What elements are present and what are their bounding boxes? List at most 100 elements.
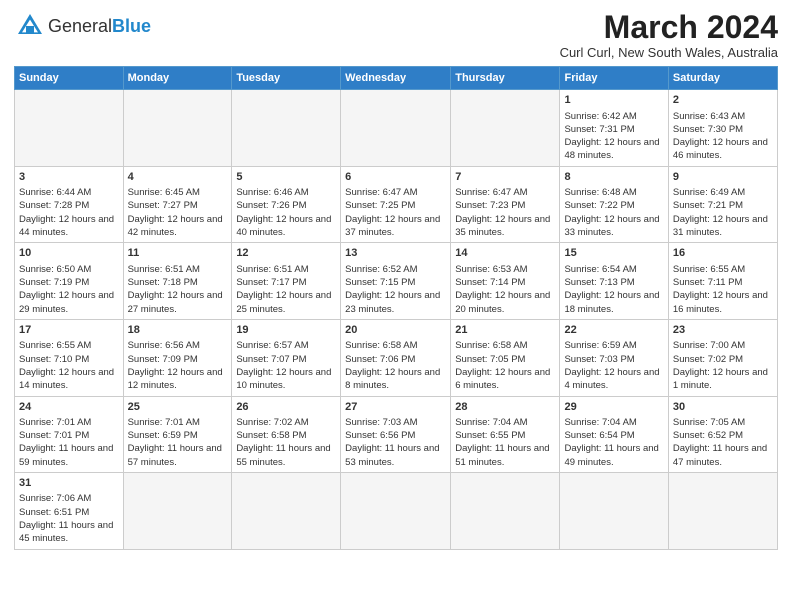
calendar-cell: [123, 90, 232, 167]
day-number: 1: [564, 93, 663, 108]
day-number: 13: [345, 246, 446, 261]
day-number: 25: [128, 400, 228, 415]
day-info: Sunrise: 7:02 AM Sunset: 6:58 PM Dayligh…: [236, 417, 333, 468]
day-info: Sunrise: 6:45 AM Sunset: 7:27 PM Dayligh…: [128, 187, 226, 238]
calendar-cell: [341, 90, 451, 167]
day-info: Sunrise: 7:03 AM Sunset: 6:56 PM Dayligh…: [345, 417, 442, 468]
weekday-header-friday: Friday: [560, 67, 668, 90]
day-info: Sunrise: 6:46 AM Sunset: 7:26 PM Dayligh…: [236, 187, 334, 238]
calendar-cell: 8 Sunrise: 6:48 AM Sunset: 7:22 PM Daylig…: [560, 166, 668, 243]
day-number: 3: [19, 170, 119, 185]
weekday-header-sunday: Sunday: [15, 67, 124, 90]
weekday-header-saturday: Saturday: [668, 67, 777, 90]
day-number: 2: [673, 93, 773, 108]
day-number: 5: [236, 170, 336, 185]
calendar-cell: 7Sunrise: 6:47 AM Sunset: 7:23 PM Daylig…: [451, 166, 560, 243]
week-row-5: 31 Sunrise: 7:06 AM Sunset: 6:51 PM Dayli…: [15, 473, 778, 550]
day-number: 16: [673, 246, 773, 261]
day-info: Sunrise: 6:49 AM Sunset: 7:21 PM Dayligh…: [673, 187, 771, 238]
day-number: 11: [128, 246, 228, 261]
day-number: 18: [128, 323, 228, 338]
calendar-cell: 6 Sunrise: 6:47 AM Sunset: 7:25 PM Daylig…: [341, 166, 451, 243]
logo-icon: [14, 10, 46, 42]
day-number: 24: [19, 400, 119, 415]
day-info: Sunrise: 6:53 AM Sunset: 7:14 PM Dayligh…: [455, 264, 553, 315]
day-number: 12: [236, 246, 336, 261]
weekday-header-monday: Monday: [123, 67, 232, 90]
month-title: March 2024: [560, 10, 778, 45]
week-row-2: 10 Sunrise: 6:50 AM Sunset: 7:19 PM Dayli…: [15, 243, 778, 320]
calendar-cell: 27Sunrise: 7:03 AM Sunset: 6:56 PM Dayli…: [341, 396, 451, 473]
day-info: Sunrise: 6:48 AM Sunset: 7:22 PM Dayligh…: [564, 187, 662, 238]
calendar-cell: 25 Sunrise: 7:01 AM Sunset: 6:59 PM Dayli…: [123, 396, 232, 473]
day-number: 17: [19, 323, 119, 338]
calendar-cell: [232, 90, 341, 167]
logo-text: GeneralBlue: [48, 16, 151, 37]
weekday-header-thursday: Thursday: [451, 67, 560, 90]
week-row-3: 17 Sunrise: 6:55 AM Sunset: 7:10 PM Dayli…: [15, 319, 778, 396]
day-number: 19: [236, 323, 336, 338]
calendar-cell: 19 Sunrise: 6:57 AM Sunset: 7:07 PM Dayli…: [232, 319, 341, 396]
day-info: Sunrise: 7:06 AM Sunset: 6:51 PM Dayligh…: [19, 493, 116, 544]
calendar-cell: 11Sunrise: 6:51 AM Sunset: 7:18 PM Dayli…: [123, 243, 232, 320]
calendar-cell: [232, 473, 341, 550]
day-info: Sunrise: 6:56 AM Sunset: 7:09 PM Dayligh…: [128, 340, 226, 391]
calendar-cell: 4Sunrise: 6:45 AM Sunset: 7:27 PM Daylig…: [123, 166, 232, 243]
calendar-cell: 21Sunrise: 6:58 AM Sunset: 7:05 PM Dayli…: [451, 319, 560, 396]
day-number: 9: [673, 170, 773, 185]
day-info: Sunrise: 6:47 AM Sunset: 7:25 PM Dayligh…: [345, 187, 443, 238]
day-info: Sunrise: 6:52 AM Sunset: 7:15 PM Dayligh…: [345, 264, 443, 315]
day-number: 20: [345, 323, 446, 338]
page: GeneralBlue March 2024 Curl Curl, New So…: [0, 0, 792, 558]
day-info: Sunrise: 7:01 AM Sunset: 6:59 PM Dayligh…: [128, 417, 225, 468]
weekday-header-row: SundayMondayTuesdayWednesdayThursdayFrid…: [15, 67, 778, 90]
calendar-cell: 23 Sunrise: 7:00 AM Sunset: 7:02 PM Dayli…: [668, 319, 777, 396]
calendar-cell: 12 Sunrise: 6:51 AM Sunset: 7:17 PM Dayli…: [232, 243, 341, 320]
day-info: Sunrise: 6:55 AM Sunset: 7:10 PM Dayligh…: [19, 340, 117, 391]
calendar-cell: [123, 473, 232, 550]
day-number: 26: [236, 400, 336, 415]
week-row-1: 3 Sunrise: 6:44 AM Sunset: 7:28 PM Daylig…: [15, 166, 778, 243]
header-area: GeneralBlue March 2024 Curl Curl, New So…: [14, 10, 778, 60]
day-info: Sunrise: 6:55 AM Sunset: 7:11 PM Dayligh…: [673, 264, 771, 315]
day-info: Sunrise: 6:42 AM Sunset: 7:31 PM Dayligh…: [564, 111, 662, 162]
calendar-cell: 26 Sunrise: 7:02 AM Sunset: 6:58 PM Dayli…: [232, 396, 341, 473]
day-number: 31: [19, 476, 119, 491]
day-number: 23: [673, 323, 773, 338]
calendar-cell: [341, 473, 451, 550]
calendar-cell: 15Sunrise: 6:54 AM Sunset: 7:13 PM Dayli…: [560, 243, 668, 320]
calendar-cell: 28Sunrise: 7:04 AM Sunset: 6:55 PM Dayli…: [451, 396, 560, 473]
calendar-cell: 29 Sunrise: 7:04 AM Sunset: 6:54 PM Dayli…: [560, 396, 668, 473]
day-number: 8: [564, 170, 663, 185]
week-row-4: 24Sunrise: 7:01 AM Sunset: 7:01 PM Dayli…: [15, 396, 778, 473]
calendar-cell: 13 Sunrise: 6:52 AM Sunset: 7:15 PM Dayli…: [341, 243, 451, 320]
day-info: Sunrise: 7:04 AM Sunset: 6:54 PM Dayligh…: [564, 417, 661, 468]
calendar-cell: [668, 473, 777, 550]
day-number: 6: [345, 170, 446, 185]
day-info: Sunrise: 7:05 AM Sunset: 6:52 PM Dayligh…: [673, 417, 770, 468]
day-number: 14: [455, 246, 555, 261]
calendar-cell: 3 Sunrise: 6:44 AM Sunset: 7:28 PM Daylig…: [15, 166, 124, 243]
day-number: 29: [564, 400, 663, 415]
calendar-cell: 20Sunrise: 6:58 AM Sunset: 7:06 PM Dayli…: [341, 319, 451, 396]
day-info: Sunrise: 6:44 AM Sunset: 7:28 PM Dayligh…: [19, 187, 117, 238]
calendar-cell: 14 Sunrise: 6:53 AM Sunset: 7:14 PM Dayli…: [451, 243, 560, 320]
calendar-cell: 2Sunrise: 6:43 AM Sunset: 7:30 PM Daylig…: [668, 90, 777, 167]
day-info: Sunrise: 6:50 AM Sunset: 7:19 PM Dayligh…: [19, 264, 117, 315]
day-info: Sunrise: 6:51 AM Sunset: 7:17 PM Dayligh…: [236, 264, 334, 315]
day-number: 21: [455, 323, 555, 338]
day-info: Sunrise: 7:00 AM Sunset: 7:02 PM Dayligh…: [673, 340, 771, 391]
calendar-cell: 31 Sunrise: 7:06 AM Sunset: 6:51 PM Dayli…: [15, 473, 124, 550]
calendar-cell: 9 Sunrise: 6:49 AM Sunset: 7:21 PM Daylig…: [668, 166, 777, 243]
day-number: 28: [455, 400, 555, 415]
calendar-table: SundayMondayTuesdayWednesdayThursdayFrid…: [14, 66, 778, 549]
calendar-cell: [451, 90, 560, 167]
logo: GeneralBlue: [14, 10, 151, 42]
title-area: March 2024 Curl Curl, New South Wales, A…: [560, 10, 778, 60]
day-number: 30: [673, 400, 773, 415]
calendar-cell: 16 Sunrise: 6:55 AM Sunset: 7:11 PM Dayli…: [668, 243, 777, 320]
day-number: 10: [19, 246, 119, 261]
calendar-cell: 1 Sunrise: 6:42 AM Sunset: 7:31 PM Daylig…: [560, 90, 668, 167]
calendar-cell: 18 Sunrise: 6:56 AM Sunset: 7:09 PM Dayli…: [123, 319, 232, 396]
day-info: Sunrise: 6:57 AM Sunset: 7:07 PM Dayligh…: [236, 340, 334, 391]
